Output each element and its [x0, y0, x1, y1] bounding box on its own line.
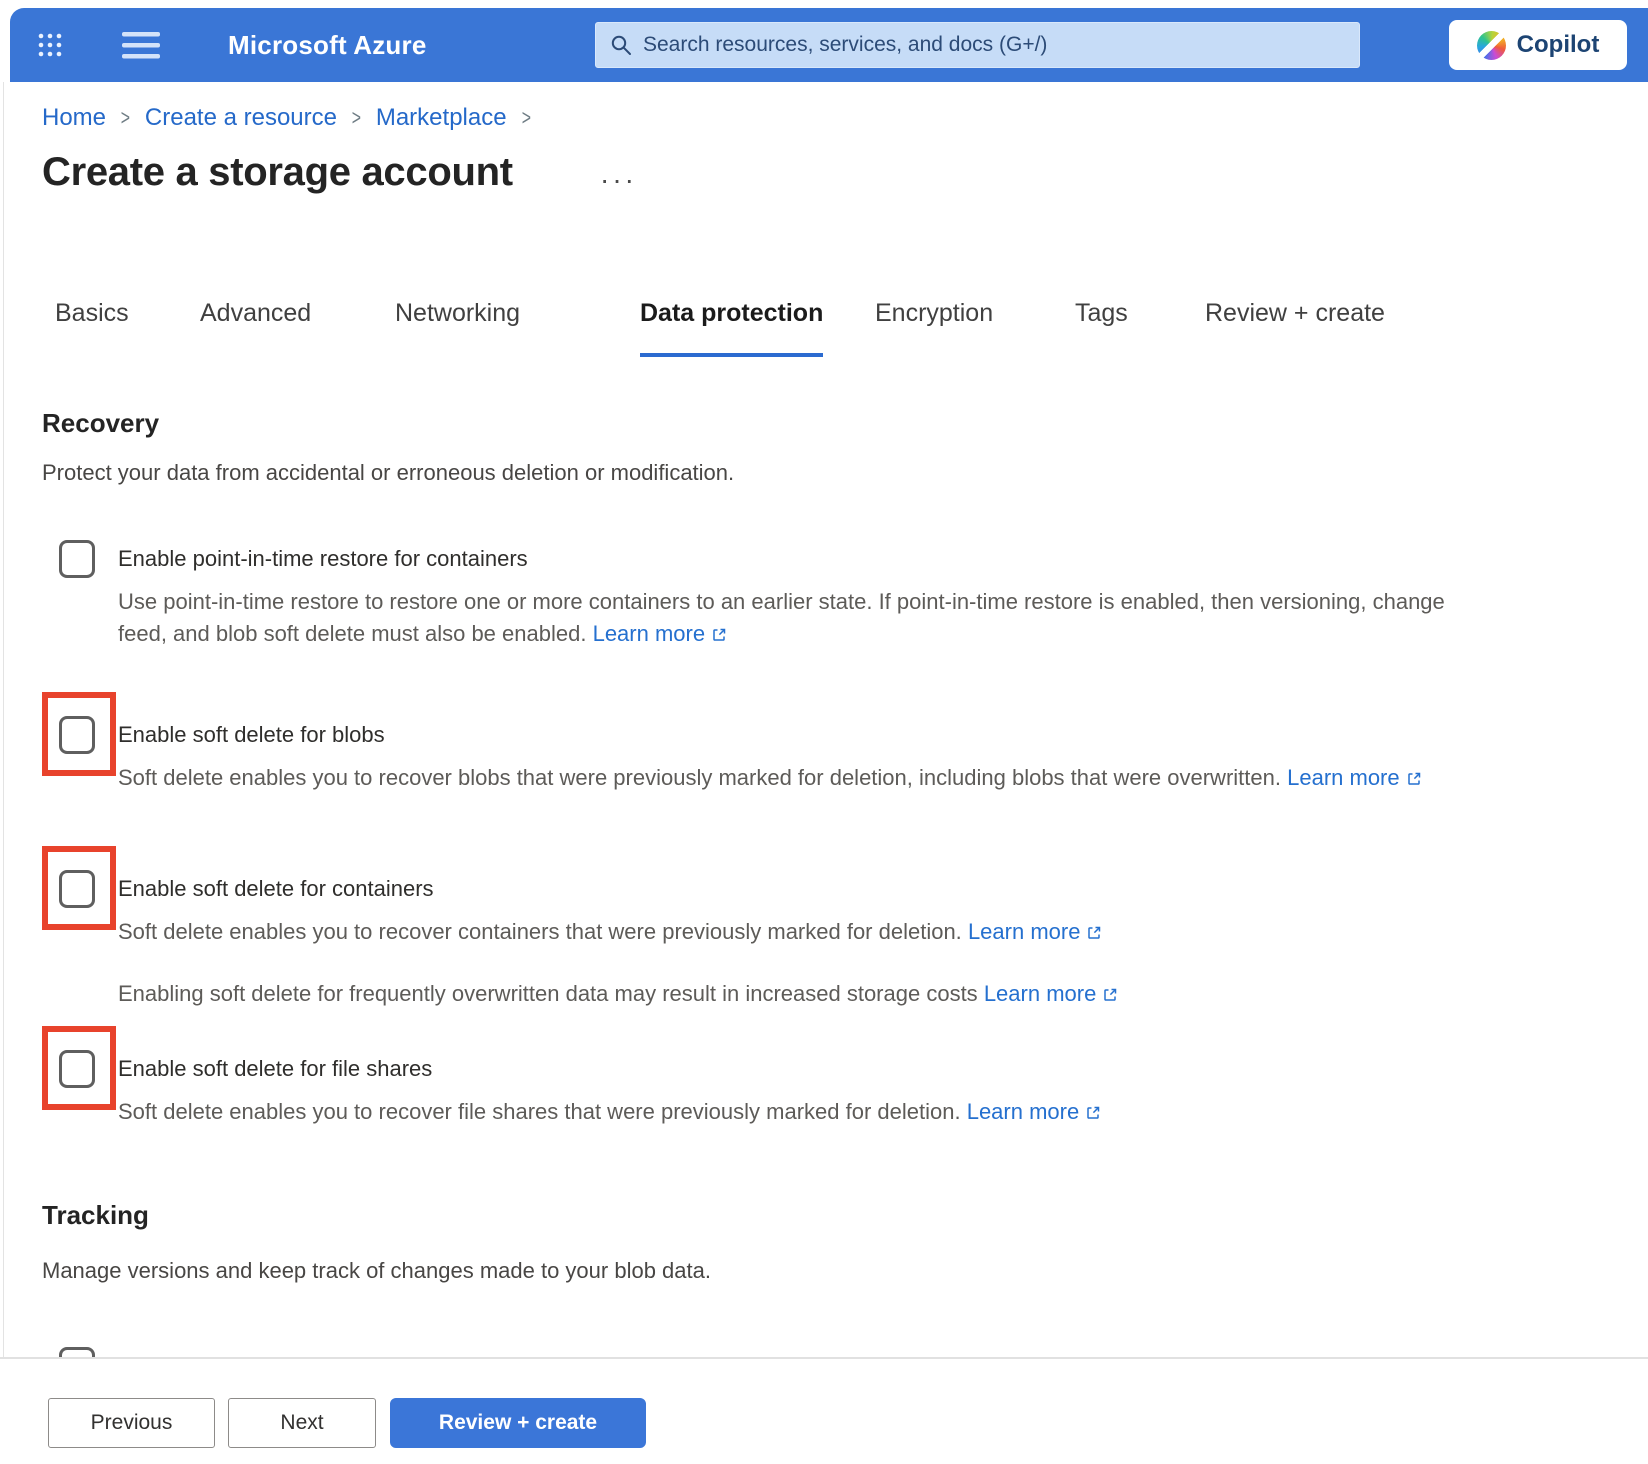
learn-more-link[interactable]: Learn more [967, 1099, 1080, 1124]
tab-encryption[interactable]: Encryption [875, 298, 993, 353]
soft-delete-containers-label[interactable]: Enable soft delete for containers [118, 870, 434, 908]
soft-delete-containers-description: Soft delete enables you to recover conta… [118, 916, 1102, 948]
page-title: Create a storage account [42, 150, 513, 195]
azure-brand-title[interactable]: Microsoft Azure [228, 8, 427, 82]
review-create-button[interactable]: Review + create [390, 1398, 646, 1448]
tab-advanced[interactable]: Advanced [200, 298, 311, 353]
external-link-icon[interactable] [1085, 1105, 1101, 1121]
breadcrumb-home[interactable]: Home [42, 104, 106, 132]
recovery-heading: Recovery [42, 408, 159, 439]
description-text: Soft delete enables you to recover file … [118, 1099, 961, 1124]
learn-more-link[interactable]: Learn more [1287, 765, 1400, 790]
more-options-icon[interactable]: ··· [600, 164, 637, 196]
external-link-icon[interactable] [711, 627, 727, 643]
external-link-icon[interactable] [1406, 771, 1422, 787]
soft-delete-file-shares-label[interactable]: Enable soft delete for file shares [118, 1050, 432, 1088]
soft-delete-file-shares-checkbox[interactable] [59, 1050, 95, 1088]
tab-networking[interactable]: Networking [395, 298, 520, 353]
next-button[interactable]: Next [228, 1398, 376, 1448]
learn-more-link[interactable]: Learn more [968, 919, 1081, 944]
soft-delete-containers-note: Enabling soft delete for frequently over… [118, 978, 1118, 1010]
soft-delete-containers-checkbox[interactable] [59, 870, 95, 908]
previous-button[interactable]: Previous [48, 1398, 215, 1448]
tab-data-protection[interactable]: Data protection [640, 298, 823, 357]
external-link-icon[interactable] [1086, 925, 1102, 941]
tracking-heading: Tracking [42, 1200, 149, 1231]
learn-more-link[interactable]: Learn more [984, 981, 1097, 1006]
note-text: Enabling soft delete for frequently over… [118, 981, 978, 1006]
global-search[interactable] [595, 22, 1360, 68]
copilot-label: Copilot [1517, 31, 1600, 59]
copilot-icon [1477, 31, 1506, 60]
tab-tags[interactable]: Tags [1075, 298, 1128, 353]
breadcrumb-create-a-resource[interactable]: Create a resource [145, 104, 337, 132]
recovery-description: Protect your data from accidental or err… [42, 460, 734, 486]
menu-icon[interactable] [122, 32, 160, 59]
app-launcher-icon[interactable] [38, 33, 62, 57]
top-app-bar: Microsoft Azure Copilot [10, 8, 1648, 82]
copilot-button[interactable]: Copilot [1449, 20, 1627, 70]
description-text: Soft delete enables you to recover blobs… [118, 765, 1281, 790]
learn-more-link[interactable]: Learn more [593, 621, 706, 646]
external-link-icon[interactable] [1102, 987, 1118, 1003]
soft-delete-file-shares-description: Soft delete enables you to recover file … [118, 1096, 1101, 1128]
tab-basics[interactable]: Basics [55, 298, 129, 353]
description-text: Use point-in-time restore to restore one… [118, 589, 1445, 646]
description-text: Soft delete enables you to recover conta… [118, 919, 962, 944]
soft-delete-blobs-label[interactable]: Enable soft delete for blobs [118, 716, 385, 754]
soft-delete-blobs-checkbox[interactable] [59, 716, 95, 754]
chevron-right-icon: > [352, 105, 361, 131]
point-in-time-restore-checkbox[interactable] [59, 540, 95, 578]
point-in-time-restore-description: Use point-in-time restore to restore one… [118, 586, 1482, 650]
search-icon [610, 34, 632, 56]
point-in-time-restore-label[interactable]: Enable point-in-time restore for contain… [118, 540, 528, 578]
tab-review-create[interactable]: Review + create [1205, 298, 1385, 353]
breadcrumb: Home > Create a resource > Marketplace > [42, 104, 532, 132]
search-input[interactable] [643, 33, 1345, 57]
wizard-footer: Previous Next Review + create [0, 1357, 1648, 1464]
breadcrumb-marketplace[interactable]: Marketplace [376, 104, 507, 132]
content-left-border [3, 82, 4, 1357]
soft-delete-blobs-description: Soft delete enables you to recover blobs… [118, 762, 1422, 794]
chevron-right-icon: > [521, 105, 530, 131]
chevron-right-icon: > [121, 105, 130, 131]
tracking-description: Manage versions and keep track of change… [42, 1258, 711, 1284]
tab-bar: Basics Advanced Networking Data protecti… [0, 298, 1648, 360]
